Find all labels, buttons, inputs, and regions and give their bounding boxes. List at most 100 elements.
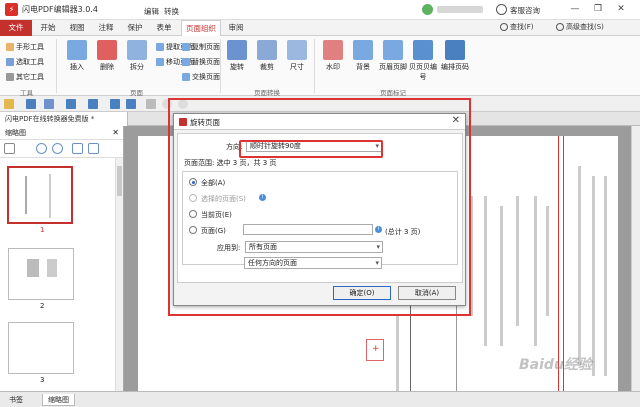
ok-button[interactable]: 确定(O) [333, 286, 391, 300]
redo-icon[interactable] [126, 99, 136, 109]
group-separator [314, 39, 315, 93]
copy-pages[interactable]: 复制页面 [182, 42, 220, 52]
thumbnail-image [47, 259, 57, 277]
cancel-button[interactable]: 取消(A) [398, 286, 456, 300]
zoom-out-icon[interactable] [52, 143, 63, 154]
context-tab-convert[interactable]: 转换 [164, 6, 179, 17]
thumbnail-text [25, 176, 27, 214]
background-icon [353, 40, 373, 60]
text-column [516, 196, 519, 326]
page-number-button[interactable]: 贝页贝编号 [408, 40, 438, 82]
radio-selected[interactable] [189, 194, 197, 202]
info-icon: i [259, 194, 266, 201]
page-image-placeholder [366, 339, 384, 361]
document-scrollbar[interactable] [631, 126, 640, 391]
open-folder-icon[interactable] [4, 99, 14, 109]
extract-icon [156, 43, 164, 51]
copy-icon [182, 43, 190, 51]
undo-icon[interactable] [110, 99, 120, 109]
tab-thumbnails[interactable]: 缩略图 [42, 394, 75, 406]
text-column [578, 166, 581, 366]
text-column [546, 206, 549, 316]
thumbnail-number: 3 [40, 376, 45, 384]
thumbnail-page-2[interactable] [8, 248, 74, 300]
swap-icon [182, 73, 190, 81]
radio-current[interactable] [189, 210, 197, 218]
fit-icon[interactable] [88, 99, 98, 109]
thumbnail-page-1[interactable] [7, 166, 73, 224]
crop-button[interactable]: 裁剪 [252, 40, 282, 72]
radio-all-label[interactable]: 全部(A) [201, 178, 225, 188]
radio-all[interactable] [189, 178, 197, 186]
tab-form[interactable]: 表单 [153, 20, 175, 36]
page-range-input[interactable] [243, 224, 373, 235]
minimize-button[interactable]: — [569, 3, 581, 15]
dialog-close-button[interactable]: ✕ [452, 115, 460, 126]
thumbnail-scrollbar[interactable] [115, 158, 123, 391]
close-button[interactable]: ✕ [615, 3, 627, 15]
advanced-find-button[interactable]: 高级查找(S) [556, 22, 604, 32]
thumbnail-panel-title: 缩略图 [5, 129, 26, 137]
bates-button[interactable]: 编排页码 [440, 40, 470, 72]
close-icon[interactable]: ✕ [112, 126, 119, 140]
scrollbar-thumb[interactable] [117, 166, 122, 196]
radio-pages-label[interactable]: 页面(G) [201, 226, 226, 236]
select-tool[interactable]: 选取工具 [6, 57, 44, 67]
hand-tool[interactable]: 手形工具 [6, 42, 44, 52]
tab-annotate[interactable]: 注释 [95, 20, 117, 36]
tab-file[interactable]: 文件 [0, 20, 32, 36]
swap-pages[interactable]: 交换页面 [182, 72, 220, 82]
tab-review[interactable]: 审阅 [225, 20, 247, 36]
app-logo-icon [179, 118, 187, 126]
group-separator [56, 39, 57, 93]
headset-icon[interactable] [496, 4, 507, 15]
page-range-group: 全部(A) 选择的页面(S) i 当前页(E) 页面(G) i (总计 3 页)… [182, 171, 458, 265]
replace-pages[interactable]: 替换页面 [182, 57, 220, 67]
advanced-search-icon [556, 23, 564, 31]
insert-button[interactable]: 插入 [62, 40, 92, 72]
user-avatar-icon[interactable] [422, 4, 433, 15]
ribbon-tab-bar: 文件 开始 视图 注释 保护 表单 页面组织 审阅 查找(F) 高级查找(S) [0, 20, 640, 37]
size-button[interactable]: 尺寸 [282, 40, 312, 72]
tab-protect[interactable]: 保护 [124, 20, 146, 36]
context-tab-edit[interactable]: 编辑 [144, 6, 159, 17]
rotate-left-icon[interactable] [72, 143, 83, 154]
print-icon[interactable] [66, 99, 76, 109]
customize-icon[interactable] [146, 99, 156, 109]
document-tab[interactable]: 闪电PDF在线转换器免费版 * [0, 112, 128, 126]
tab-view[interactable]: 视图 [66, 20, 88, 36]
watermark-icon [323, 40, 343, 60]
radio-pages[interactable] [189, 226, 197, 234]
header-footer-button[interactable]: 页眉页脚 [378, 40, 408, 72]
red-border-line [558, 136, 559, 391]
apply-to-select[interactable]: 所有页面 [245, 241, 383, 253]
customer-service-link[interactable]: 客服咨询 [510, 5, 540, 16]
gear-icon[interactable] [4, 143, 15, 154]
delete-button[interactable]: 删除 [92, 40, 122, 72]
email-icon[interactable] [44, 99, 54, 109]
rotate-button[interactable]: 旋转 [222, 40, 252, 72]
split-button[interactable]: 拆分 [122, 40, 152, 72]
blurred-username [437, 6, 483, 13]
radio-selected-label[interactable]: 选择的页面(S) [201, 194, 246, 204]
radio-current-label[interactable]: 当前页(E) [201, 210, 232, 220]
orientation-select[interactable]: 任何方向的页面 [244, 257, 382, 269]
rotate-right-icon[interactable] [88, 143, 99, 154]
group-separator [220, 39, 221, 93]
title-bar: ⚡ 闪电PDF编辑器3.0.4 编辑 转换 客服咨询 — ❐ ✕ [0, 0, 640, 20]
watermark-button[interactable]: 水印 [318, 40, 348, 72]
save-icon[interactable] [26, 99, 36, 109]
background-button[interactable]: 背景 [348, 40, 378, 72]
panel-bottom-tabs: 书签 缩略图 [0, 391, 640, 407]
tab-page-organize[interactable]: 页面组织 [181, 20, 221, 37]
other-tools[interactable]: 其它工具 [6, 72, 44, 82]
tab-bookmarks[interactable]: 书签 [4, 394, 28, 406]
thumbnail-page-3[interactable] [8, 322, 74, 374]
thumbnail-toolbar [0, 140, 123, 158]
bates-number-icon [445, 40, 465, 60]
find-button[interactable]: 查找(F) [500, 22, 534, 32]
tab-start[interactable]: 开始 [37, 20, 59, 36]
text-column [534, 196, 537, 346]
zoom-in-icon[interactable] [36, 143, 47, 154]
restore-button[interactable]: ❐ [592, 3, 604, 15]
